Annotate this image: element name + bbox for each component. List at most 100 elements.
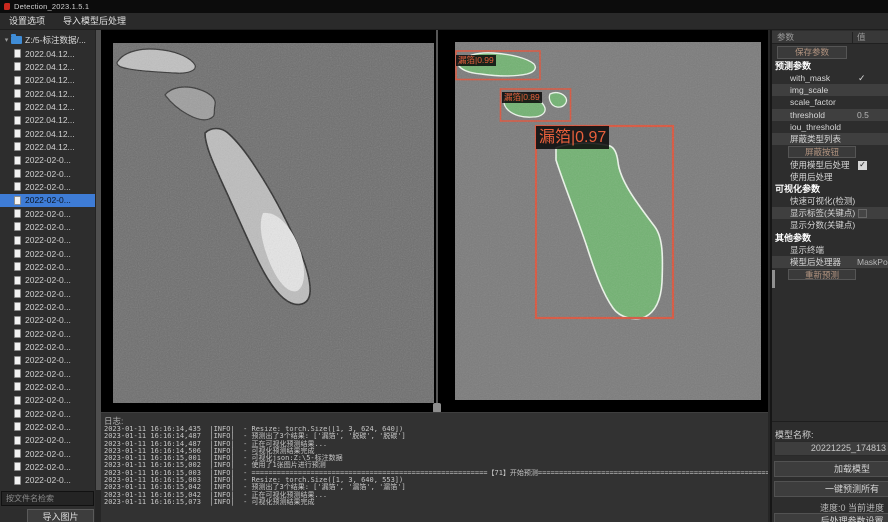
file-icon [14, 249, 21, 258]
tree-item-label: 2022-02-0... [25, 275, 71, 285]
tree-item[interactable]: 2022-02-0... [0, 394, 95, 407]
predict-all-button[interactable]: 一键预测所有 [774, 481, 888, 497]
postprocess-settings-button[interactable]: 后处理参数设置 [774, 513, 888, 522]
param-row[interactable]: 显示终端 [772, 244, 888, 256]
param-row[interactable]: scale_factor [772, 96, 888, 108]
tree-item[interactable]: 2022-02-0... [0, 220, 95, 233]
file-icon [14, 49, 21, 58]
param-table-header: 参数 值 [772, 31, 888, 44]
tree-item-label: 2022-02-0... [25, 462, 71, 472]
log-panel: 日志: 2023-01-11 16:16:14,435 |INFO| - Res… [101, 412, 768, 522]
tree-item[interactable]: 2022-02-0... [0, 234, 95, 247]
tree-item[interactable]: 2022-02-0... [0, 327, 95, 340]
tree-item[interactable]: 2022-02-0... [0, 194, 95, 207]
tree-item[interactable]: 2022-02-0... [0, 474, 95, 487]
param-row[interactable]: 屏蔽类型列表 [772, 133, 888, 145]
tree-item[interactable]: 2022.04.12... [0, 47, 95, 60]
window-title: Detection_2023.1.5.1 [14, 2, 89, 11]
tree-item[interactable]: 2022-02-0... [0, 354, 95, 367]
tree-item[interactable]: 2022-02-0... [0, 340, 95, 353]
original-image-view[interactable] [113, 43, 434, 403]
tree-item[interactable]: 2022-02-0... [0, 367, 95, 380]
param-row[interactable]: 显示标签(关键点) [772, 207, 888, 219]
tree-item[interactable]: 2022-02-0... [0, 260, 95, 273]
menu-import-postprocess[interactable]: 导入模型后处理 [54, 13, 135, 30]
tree-item-label: 2022.04.12... [25, 89, 75, 99]
tree-item[interactable]: 2022-02-0... [0, 447, 95, 460]
tree-item[interactable]: 2022.04.12... [0, 114, 95, 127]
param-value: MaskPostPro [857, 256, 888, 268]
tree-item-label: 2022-02-0... [25, 249, 71, 259]
column-divider [852, 32, 853, 43]
tree-item[interactable]: 2022.04.12... [0, 87, 95, 100]
tree-item[interactable]: 2022-02-0... [0, 434, 95, 447]
param-button[interactable]: 重新预测 [788, 269, 856, 281]
folder-icon [11, 36, 22, 44]
param-row[interactable]: iou_threshold [772, 121, 888, 133]
load-model-button[interactable]: 加载模型 [774, 461, 888, 477]
tree-item[interactable]: 2022.04.12... [0, 74, 95, 87]
file-icon [14, 129, 21, 138]
param-name: 使用后处理 [790, 172, 833, 182]
tree-item-label: 2022-02-0... [25, 155, 71, 165]
tree-item[interactable]: 2022-02-0... [0, 274, 95, 287]
param-row[interactable]: img_scale [772, 84, 888, 96]
param-row[interactable]: threshold0.5 [772, 109, 888, 121]
tree-item[interactable]: 2022-02-0... [0, 207, 95, 220]
param-row[interactable]: 快速可视化(检测) [772, 195, 888, 207]
param-row[interactable]: 模型后处理器MaskPostPro [772, 256, 888, 268]
param-button[interactable]: 屏蔽按钮 [788, 146, 856, 158]
tree-item[interactable]: 2022.04.12... [0, 100, 95, 113]
file-icon [14, 102, 21, 111]
tree-item[interactable]: 2022.04.12... [0, 140, 95, 153]
tree-item[interactable]: 2022-02-0... [0, 460, 95, 473]
tree-root-folder[interactable]: ▾ Z:/5-标注数据/... [0, 33, 86, 47]
param-row[interactable]: 使用模型后处理✓ [772, 159, 888, 171]
tree-item[interactable]: 2022-02-0... [0, 314, 95, 327]
prediction-image-view[interactable]: 漏箔|0.99 漏箔|0.89 漏箔|0.97 [455, 42, 761, 400]
tree-item-label: 2022-02-0... [25, 342, 71, 352]
tree-item[interactable]: 2022-02-0... [0, 167, 95, 180]
tree-item[interactable]: 2022-02-0... [0, 300, 95, 313]
param-row[interactable]: with_mask✓ [772, 72, 888, 84]
param-name: img_scale [790, 85, 828, 95]
param-group-title: 其他参数 [772, 232, 888, 244]
tree-item[interactable]: 2022-02-0... [0, 154, 95, 167]
chevron-down-icon[interactable]: ▾ [2, 36, 11, 44]
param-row[interactable]: 使用后处理 [772, 171, 888, 183]
param-row[interactable]: 显示分数(关键点) [772, 219, 888, 231]
tree-item-label: 2022.04.12... [25, 62, 75, 72]
tree-item[interactable]: 2022.04.12... [0, 127, 95, 140]
search-input[interactable] [1, 491, 94, 506]
file-icon [14, 302, 21, 311]
file-icon [14, 76, 21, 85]
file-icon [14, 476, 21, 485]
model-name-field[interactable]: 20221225_174813 [774, 441, 888, 456]
save-params-button[interactable]: 保存参数 [777, 46, 847, 59]
tree-item-label: 2022-02-0... [25, 435, 71, 445]
file-icon [14, 409, 21, 418]
tree-item-label: 2022-02-0... [25, 169, 71, 179]
tree-item[interactable]: 2022-02-0... [0, 420, 95, 433]
tree-item-label: 2022-02-0... [25, 302, 71, 312]
param-name: 显示分数(关键点) [790, 220, 855, 230]
tree-item[interactable]: 2022-02-0... [0, 247, 95, 260]
import-image-button[interactable]: 导入图片 [27, 509, 94, 522]
model-section: 模型名称: 20221225_174813 加载模型 一键预测所有 速度:0 当… [772, 421, 888, 522]
file-icon [14, 316, 21, 325]
tree-item[interactable]: 2022-02-0... [0, 287, 95, 300]
tree-item[interactable]: 2022-02-0... [0, 380, 95, 393]
param-name: 显示终端 [790, 245, 824, 255]
file-icon [14, 262, 21, 271]
tree-item[interactable]: 2022.04.12... [0, 60, 95, 73]
log-lines[interactable]: 2023-01-11 16:16:14,435 |INFO| - Resize:… [104, 426, 768, 521]
tree-item[interactable]: 2022-02-0... [0, 407, 95, 420]
file-icon [14, 436, 21, 445]
checkbox-checked[interactable]: ✓ [858, 161, 867, 170]
tree-item-label: 2022-02-0... [25, 422, 71, 432]
image-splitter[interactable] [436, 30, 438, 413]
checkbox-empty[interactable] [858, 209, 867, 218]
menu-settings[interactable]: 设置选项 [0, 13, 54, 30]
tree-item[interactable]: 2022-02-0... [0, 180, 95, 193]
tree-item-label: 2022-02-0... [25, 182, 71, 192]
